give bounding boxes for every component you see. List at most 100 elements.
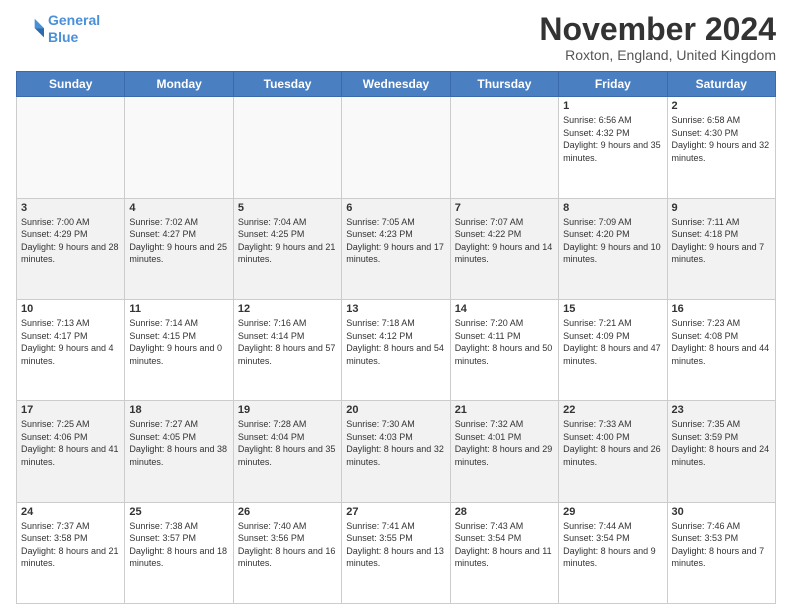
day-info: Sunrise: 6:58 AM Sunset: 4:30 PM Dayligh… bbox=[672, 114, 771, 164]
calendar: Sunday Monday Tuesday Wednesday Thursday… bbox=[16, 71, 776, 604]
day-info: Sunrise: 7:27 AM Sunset: 4:05 PM Dayligh… bbox=[129, 418, 228, 468]
col-friday: Friday bbox=[559, 72, 667, 97]
day-info: Sunrise: 7:25 AM Sunset: 4:06 PM Dayligh… bbox=[21, 418, 120, 468]
calendar-cell: 6Sunrise: 7:05 AM Sunset: 4:23 PM Daylig… bbox=[342, 198, 450, 299]
logo-icon bbox=[16, 15, 44, 43]
calendar-cell: 14Sunrise: 7:20 AM Sunset: 4:11 PM Dayli… bbox=[450, 299, 558, 400]
day-number: 20 bbox=[346, 404, 445, 416]
calendar-cell: 30Sunrise: 7:46 AM Sunset: 3:53 PM Dayli… bbox=[667, 502, 775, 603]
day-info: Sunrise: 7:02 AM Sunset: 4:27 PM Dayligh… bbox=[129, 216, 228, 266]
calendar-cell: 13 Sunrise: 7:18 AM Sunset: 4:12 PM Dayli… bbox=[342, 299, 450, 400]
calendar-cell: 19Sunrise: 7:28 AM Sunset: 4:04 PM Dayli… bbox=[233, 401, 341, 502]
day-info: Sunrise: 7:18 AM Sunset: 4:12 PM Dayligh… bbox=[346, 317, 445, 367]
day-info: Sunrise: 7:40 AM Sunset: 3:56 PM Dayligh… bbox=[238, 520, 337, 570]
col-sunday: Sunday bbox=[17, 72, 125, 97]
calendar-cell: 7 Sunrise: 7:07 AM Sunset: 4:22 PM Daylig… bbox=[450, 198, 558, 299]
day-number: 23 bbox=[672, 404, 771, 416]
day-info: Sunrise: 7:00 AM Sunset: 4:29 PM Dayligh… bbox=[21, 216, 120, 266]
day-number: 29 bbox=[563, 506, 662, 518]
col-tuesday: Tuesday bbox=[233, 72, 341, 97]
day-number: 9 bbox=[672, 202, 771, 214]
calendar-cell: 9 Sunrise: 7:11 AM Sunset: 4:18 PM Daylig… bbox=[667, 198, 775, 299]
day-info: Sunrise: 7:07 AM Sunset: 4:22 PM Dayligh… bbox=[455, 216, 554, 266]
calendar-header-row: Sunday Monday Tuesday Wednesday Thursday… bbox=[17, 72, 776, 97]
day-info: Sunrise: 7:32 AM Sunset: 4:01 PM Dayligh… bbox=[455, 418, 554, 468]
day-number: 26 bbox=[238, 506, 337, 518]
calendar-cell: 18 Sunrise: 7:27 AM Sunset: 4:05 PM Dayli… bbox=[125, 401, 233, 502]
calendar-cell bbox=[233, 97, 341, 198]
calendar-cell: 15 Sunrise: 7:21 AM Sunset: 4:09 PM Dayli… bbox=[559, 299, 667, 400]
day-info: Sunrise: 7:41 AM Sunset: 3:55 PM Dayligh… bbox=[346, 520, 445, 570]
day-info: Sunrise: 6:56 AM Sunset: 4:32 PM Dayligh… bbox=[563, 114, 662, 164]
day-info: Sunrise: 7:11 AM Sunset: 4:18 PM Dayligh… bbox=[672, 216, 771, 266]
calendar-cell: 17 Sunrise: 7:25 AM Sunset: 4:06 PM Dayli… bbox=[17, 401, 125, 502]
day-number: 22 bbox=[563, 404, 662, 416]
calendar-cell: 12 Sunrise: 7:16 AM Sunset: 4:14 PM Dayli… bbox=[233, 299, 341, 400]
calendar-cell: 11 Sunrise: 7:14 AM Sunset: 4:15 PM Dayli… bbox=[125, 299, 233, 400]
calendar-cell: 26 Sunrise: 7:40 AM Sunset: 3:56 PM Dayli… bbox=[233, 502, 341, 603]
calendar-cell: 8Sunrise: 7:09 AM Sunset: 4:20 PM Daylig… bbox=[559, 198, 667, 299]
calendar-cell: 16Sunrise: 7:23 AM Sunset: 4:08 PM Dayli… bbox=[667, 299, 775, 400]
calendar-cell: 4 Sunrise: 7:02 AM Sunset: 4:27 PM Daylig… bbox=[125, 198, 233, 299]
calendar-cell: 24Sunrise: 7:37 AM Sunset: 3:58 PM Dayli… bbox=[17, 502, 125, 603]
title-area: November 2024 Roxton, England, United Ki… bbox=[539, 12, 776, 63]
day-info: Sunrise: 7:43 AM Sunset: 3:54 PM Dayligh… bbox=[455, 520, 554, 570]
day-info: Sunrise: 7:16 AM Sunset: 4:14 PM Dayligh… bbox=[238, 317, 337, 367]
calendar-cell: 3 Sunrise: 7:00 AM Sunset: 4:29 PM Daylig… bbox=[17, 198, 125, 299]
calendar-cell: 1Sunrise: 6:56 AM Sunset: 4:32 PM Daylig… bbox=[559, 97, 667, 198]
day-info: Sunrise: 7:38 AM Sunset: 3:57 PM Dayligh… bbox=[129, 520, 228, 570]
day-number: 21 bbox=[455, 404, 554, 416]
calendar-cell: 2Sunrise: 6:58 AM Sunset: 4:30 PM Daylig… bbox=[667, 97, 775, 198]
col-monday: Monday bbox=[125, 72, 233, 97]
day-number: 3 bbox=[21, 202, 120, 214]
day-info: Sunrise: 7:13 AM Sunset: 4:17 PM Dayligh… bbox=[21, 317, 120, 367]
day-info: Sunrise: 7:14 AM Sunset: 4:15 PM Dayligh… bbox=[129, 317, 228, 367]
day-number: 17 bbox=[21, 404, 120, 416]
day-number: 7 bbox=[455, 202, 554, 214]
calendar-cell: 22Sunrise: 7:33 AM Sunset: 4:00 PM Dayli… bbox=[559, 401, 667, 502]
calendar-week-1: 3 Sunrise: 7:00 AM Sunset: 4:29 PM Daylig… bbox=[17, 198, 776, 299]
day-number: 19 bbox=[238, 404, 337, 416]
day-number: 14 bbox=[455, 303, 554, 315]
col-saturday: Saturday bbox=[667, 72, 775, 97]
calendar-cell: 25 Sunrise: 7:38 AM Sunset: 3:57 PM Dayli… bbox=[125, 502, 233, 603]
day-number: 24 bbox=[21, 506, 120, 518]
day-number: 27 bbox=[346, 506, 445, 518]
day-number: 10 bbox=[21, 303, 120, 315]
calendar-cell: 21 Sunrise: 7:32 AM Sunset: 4:01 PM Dayli… bbox=[450, 401, 558, 502]
calendar-cell: 5Sunrise: 7:04 AM Sunset: 4:25 PM Daylig… bbox=[233, 198, 341, 299]
day-number: 15 bbox=[563, 303, 662, 315]
day-info: Sunrise: 7:21 AM Sunset: 4:09 PM Dayligh… bbox=[563, 317, 662, 367]
calendar-cell: 28 Sunrise: 7:43 AM Sunset: 3:54 PM Dayli… bbox=[450, 502, 558, 603]
day-info: Sunrise: 7:44 AM Sunset: 3:54 PM Dayligh… bbox=[563, 520, 662, 570]
calendar-week-0: 1Sunrise: 6:56 AM Sunset: 4:32 PM Daylig… bbox=[17, 97, 776, 198]
logo-text: General Blue bbox=[48, 12, 100, 46]
calendar-week-4: 24Sunrise: 7:37 AM Sunset: 3:58 PM Dayli… bbox=[17, 502, 776, 603]
calendar-cell: 29 Sunrise: 7:44 AM Sunset: 3:54 PM Dayli… bbox=[559, 502, 667, 603]
calendar-cell bbox=[342, 97, 450, 198]
header: General Blue November 2024 Roxton, Engla… bbox=[16, 12, 776, 63]
day-info: Sunrise: 7:46 AM Sunset: 3:53 PM Dayligh… bbox=[672, 520, 771, 570]
col-wednesday: Wednesday bbox=[342, 72, 450, 97]
day-number: 11 bbox=[129, 303, 228, 315]
calendar-cell: 27 Sunrise: 7:41 AM Sunset: 3:55 PM Dayli… bbox=[342, 502, 450, 603]
day-info: Sunrise: 7:35 AM Sunset: 3:59 PM Dayligh… bbox=[672, 418, 771, 468]
calendar-cell bbox=[125, 97, 233, 198]
calendar-week-2: 10 Sunrise: 7:13 AM Sunset: 4:17 PM Dayli… bbox=[17, 299, 776, 400]
page: General Blue November 2024 Roxton, Engla… bbox=[0, 0, 792, 612]
calendar-cell: 10 Sunrise: 7:13 AM Sunset: 4:17 PM Dayli… bbox=[17, 299, 125, 400]
day-number: 16 bbox=[672, 303, 771, 315]
day-number: 13 bbox=[346, 303, 445, 315]
day-number: 28 bbox=[455, 506, 554, 518]
day-number: 25 bbox=[129, 506, 228, 518]
calendar-cell bbox=[17, 97, 125, 198]
logo: General Blue bbox=[16, 12, 100, 46]
day-number: 4 bbox=[129, 202, 228, 214]
calendar-cell: 20Sunrise: 7:30 AM Sunset: 4:03 PM Dayli… bbox=[342, 401, 450, 502]
calendar-week-3: 17 Sunrise: 7:25 AM Sunset: 4:06 PM Dayli… bbox=[17, 401, 776, 502]
day-number: 6 bbox=[346, 202, 445, 214]
location: Roxton, England, United Kingdom bbox=[539, 47, 776, 63]
day-number: 18 bbox=[129, 404, 228, 416]
day-number: 12 bbox=[238, 303, 337, 315]
col-thursday: Thursday bbox=[450, 72, 558, 97]
